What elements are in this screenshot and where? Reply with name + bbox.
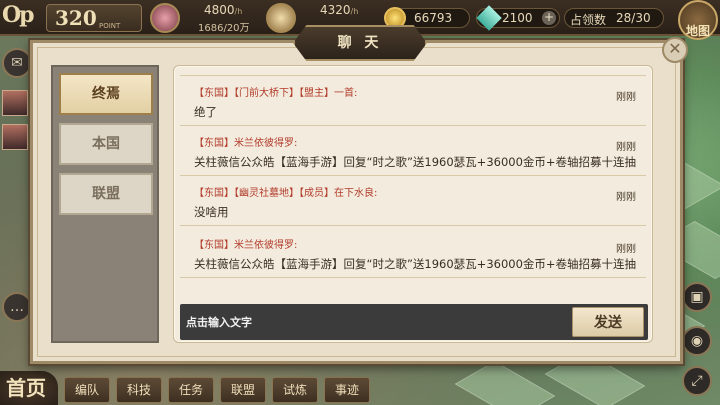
bottom-navigation: 首页 编队 科技 任务 联盟 试炼 事迹 <box>0 371 720 405</box>
territory-value: 28/30 <box>616 11 651 25</box>
message-text: 关柱薇信公众皓【蓝海手游】回复“时之歌”送1960瑟瓦+36000金币+卷轴招募… <box>194 155 637 169</box>
list-item[interactable]: 【东国】米兰依彼得罗: 刚刚 关柱薇信公众皓【蓝海手游】回复“时之歌”送1960… <box>180 128 646 176</box>
chat-input-bar: 发送 <box>180 304 648 340</box>
message-time: 刚刚 <box>616 192 636 203</box>
message-sender: 【东国】米兰依彼得罗: <box>194 138 298 149</box>
nav-tech[interactable]: 科技 <box>116 377 162 403</box>
nav-alliance[interactable]: 联盟 <box>220 377 266 403</box>
resource1-value: 4800/h <box>204 3 243 17</box>
message-time: 刚刚 <box>616 142 636 153</box>
list-item-partial <box>180 66 646 76</box>
nav-quests[interactable]: 任务 <box>168 377 214 403</box>
list-item[interactable]: 【东国】【门前大桥下】【盟主】一首: 刚刚 绝了 <box>180 78 646 126</box>
nav-trials[interactable]: 试炼 <box>272 377 318 403</box>
list-item[interactable]: 【东国】米兰依彼得罗: 刚刚 关柱薇信公众皓【蓝海手游】回复“时之歌”送1960… <box>180 230 646 278</box>
hero-avatar[interactable] <box>2 90 28 116</box>
message-sender: 【东国】【门前大桥下】【盟主】一首: <box>194 88 358 99</box>
tab-world[interactable]: 终焉 <box>59 73 153 115</box>
close-icon[interactable]: ✕ <box>662 37 688 63</box>
nav-formation[interactable]: 编队 <box>64 377 110 403</box>
flower-resource-icon[interactable] <box>150 3 180 33</box>
points-label: POINT <box>99 22 121 30</box>
nav-deeds[interactable]: 事迹 <box>324 377 370 403</box>
gem-value: 2100 <box>502 11 533 25</box>
op-badge[interactable]: Op <box>2 2 46 34</box>
gold-value: 66793 <box>414 11 453 25</box>
bag-icon[interactable]: ▣ <box>682 282 712 312</box>
resource2-value: 4320/h <box>320 3 359 17</box>
mail-icon[interactable]: ✉ <box>2 48 32 78</box>
add-gem-icon[interactable]: + <box>542 11 556 25</box>
dialog-title: 聊 天 <box>293 25 427 61</box>
channel-tabs: 终焉 本国 联盟 <box>51 65 159 343</box>
message-text: 没啥用 <box>194 205 229 219</box>
points-display: 320 POINT <box>46 4 142 32</box>
message-time: 刚刚 <box>616 92 636 103</box>
location-icon[interactable]: ◉ <box>682 326 712 356</box>
message-text: 绝了 <box>194 105 217 119</box>
message-panel: 【东国】【门前大桥下】【盟主】一首: 刚刚 绝了 【东国】米兰依彼得罗: 刚刚 … <box>173 65 653 343</box>
hero-avatar[interactable] <box>2 124 28 150</box>
tab-alliance[interactable]: 联盟 <box>59 173 153 215</box>
territory-label: 占领数 <box>570 13 607 27</box>
world-map-button[interactable]: 地图 <box>678 0 718 40</box>
send-button[interactable]: 发送 <box>572 307 644 337</box>
message-list[interactable]: 【东国】【门前大桥下】【盟主】一首: 刚刚 绝了 【东国】米兰依彼得罗: 刚刚 … <box>174 66 654 298</box>
message-sender: 【东国】【幽灵社墓地】【成员】在下水良: <box>194 188 378 199</box>
message-time: 刚刚 <box>616 244 636 255</box>
chat-dialog: 聊 天 ✕ 终焉 本国 联盟 【东国】【门前大桥下】【盟主】一首: 刚刚 绝了 … <box>30 25 688 364</box>
list-item[interactable]: 【东国】【幽灵社墓地】【成员】在下水良: 刚刚 没啥用 <box>180 178 646 226</box>
chat-input[interactable] <box>186 312 556 332</box>
scroll-resource-icon[interactable] <box>266 3 296 33</box>
tab-country[interactable]: 本国 <box>59 123 153 165</box>
points-value: 320 <box>55 6 97 30</box>
message-sender: 【东国】米兰依彼得罗: <box>194 240 298 251</box>
home-button[interactable]: 首页 <box>0 371 58 405</box>
chat-icon[interactable]: … <box>2 292 32 322</box>
message-text: 关柱薇信公众皓【蓝海手游】回复“时之歌”送1960瑟瓦+36000金币+卷轴招募… <box>194 257 637 271</box>
resource1-capacity: 1686/20万 <box>198 23 250 34</box>
